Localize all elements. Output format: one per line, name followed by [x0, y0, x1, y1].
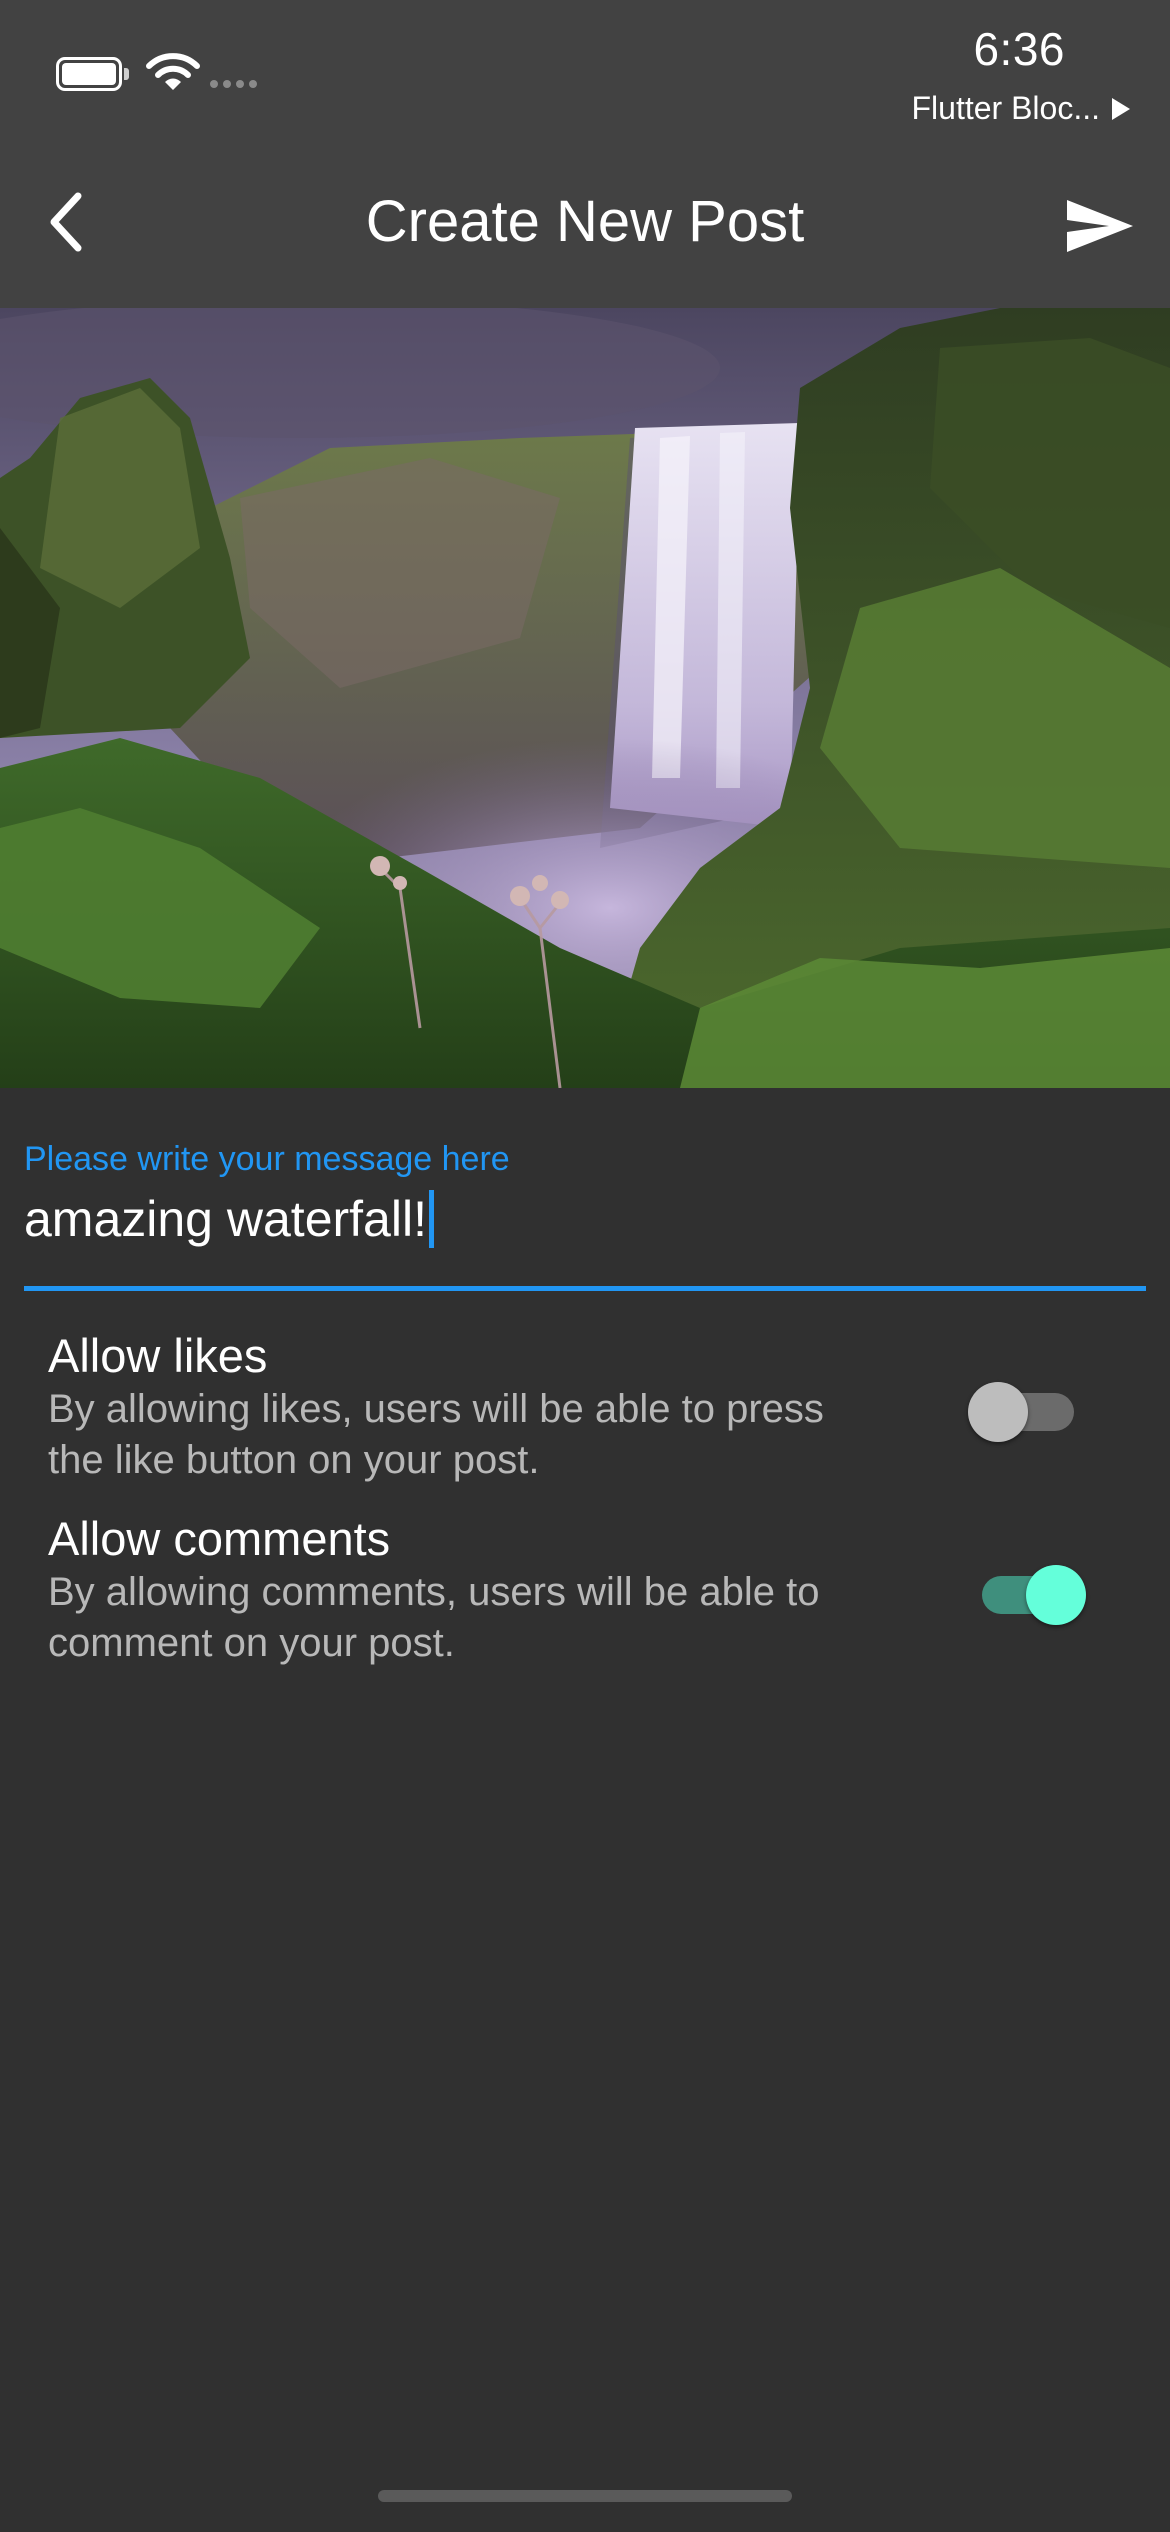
allow-likes-switch[interactable] [968, 1376, 1078, 1446]
message-input-value: amazing waterfall! [24, 1191, 427, 1247]
message-field[interactable]: Please write your message here amazing w… [24, 1140, 1146, 1292]
switch-thumb [968, 1382, 1028, 1442]
home-indicator[interactable] [378, 2490, 792, 2502]
send-icon [1067, 200, 1133, 252]
create-post-screen: 6:36 Flutter Bloc... Create New Post Ple… [0, 0, 1170, 2532]
allow-likes-title: Allow likes [48, 1329, 268, 1382]
message-input[interactable]: amazing waterfall! [24, 1190, 434, 1248]
battery-icon [56, 56, 130, 92]
wifi-icon [146, 53, 200, 90]
allow-likes-subtitle: By allowing likes, users will be able to… [48, 1387, 824, 1482]
signal-icon [210, 80, 257, 88]
page-title: Create New Post [365, 189, 805, 254]
text-cursor [428, 1190, 434, 1248]
message-field-label: Please write your message here [24, 1140, 510, 1178]
allow-comments-switch[interactable] [976, 1559, 1086, 1629]
switch-thumb [1026, 1565, 1086, 1625]
carrier-label[interactable]: Flutter Bloc... [911, 90, 1130, 127]
post-image [0, 308, 1170, 1088]
allow-comments-subtitle: By allowing comments, users will be able… [48, 1570, 820, 1665]
allow-comments-title: Allow comments [48, 1512, 391, 1565]
app-bar: Create New Post [0, 150, 1170, 308]
status-bar: 6:36 Flutter Bloc... [0, 0, 1170, 150]
top-bar: 6:36 Flutter Bloc... Create New Post [0, 0, 1170, 308]
play-icon [1112, 97, 1130, 120]
send-button[interactable] [1060, 190, 1140, 262]
allow-comments-tile[interactable]: Allow comments By allowing comments, use… [48, 1511, 1122, 1671]
status-time: 6:36 [973, 23, 1065, 75]
carrier-text: Flutter Bloc... [911, 90, 1101, 126]
allow-likes-tile[interactable]: Allow likes By allowing likes, users wil… [48, 1328, 1122, 1488]
message-field-underline [24, 1286, 1146, 1291]
